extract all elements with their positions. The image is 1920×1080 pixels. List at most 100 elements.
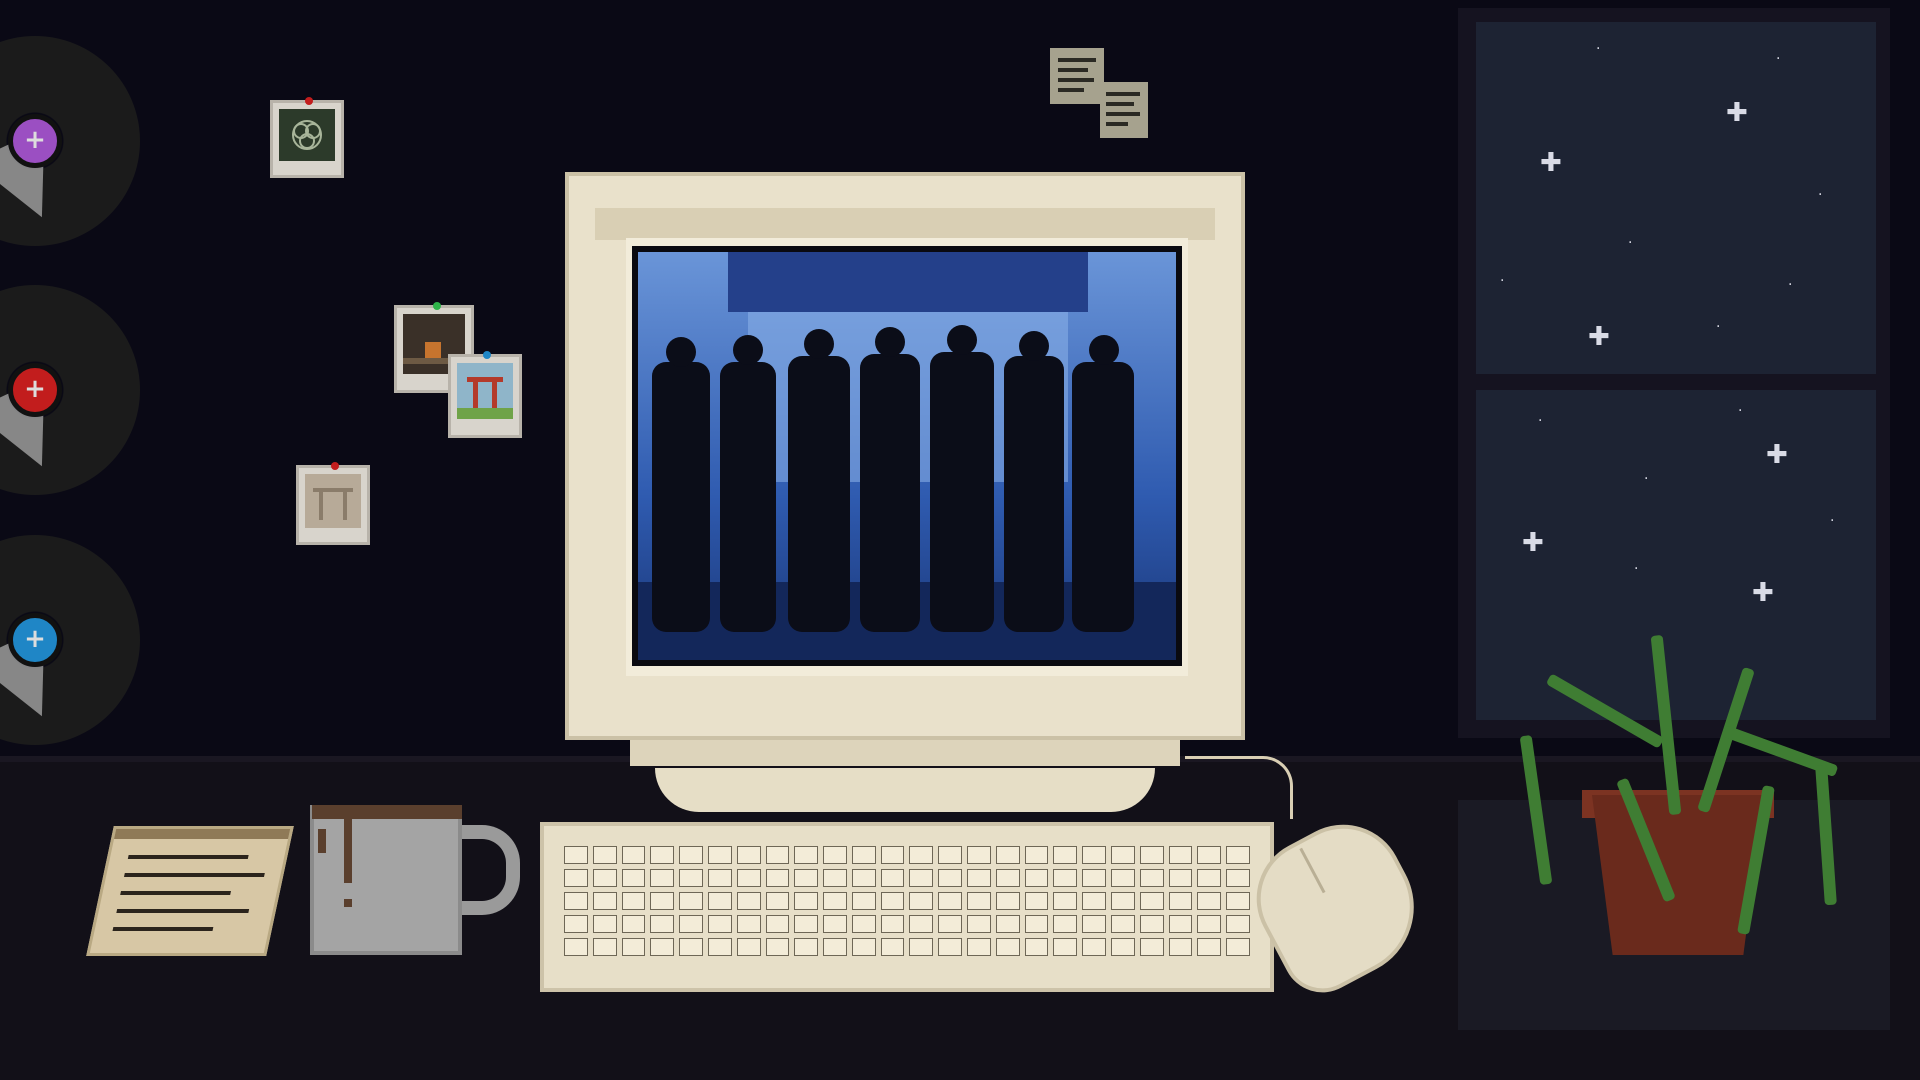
key[interactable] (1226, 869, 1250, 887)
key[interactable] (851, 915, 876, 933)
key[interactable] (707, 892, 732, 910)
key[interactable] (679, 846, 703, 864)
key[interactable] (794, 869, 819, 887)
key[interactable] (592, 892, 617, 910)
key[interactable] (794, 915, 819, 933)
key[interactable] (1111, 915, 1135, 933)
key[interactable] (1053, 869, 1078, 887)
key[interactable] (736, 869, 761, 887)
key[interactable] (765, 846, 790, 864)
key[interactable] (823, 938, 847, 956)
key[interactable] (707, 869, 732, 887)
key[interactable] (995, 938, 1020, 956)
key[interactable] (1053, 846, 1078, 864)
key[interactable] (1111, 846, 1135, 864)
key[interactable] (621, 892, 646, 910)
key[interactable] (938, 869, 963, 887)
key[interactable] (880, 892, 905, 910)
key[interactable] (1082, 846, 1107, 864)
key[interactable] (736, 915, 761, 933)
key[interactable] (967, 938, 991, 956)
keyboard[interactable] (540, 822, 1274, 992)
key[interactable] (736, 846, 761, 864)
key[interactable] (592, 938, 617, 956)
key[interactable] (909, 892, 934, 910)
key[interactable] (938, 938, 963, 956)
key[interactable] (1226, 846, 1250, 864)
key[interactable] (1139, 915, 1164, 933)
key[interactable] (794, 938, 819, 956)
key[interactable] (650, 915, 675, 933)
key[interactable] (564, 869, 588, 887)
key[interactable] (707, 846, 732, 864)
key[interactable] (1111, 892, 1135, 910)
key[interactable] (1226, 915, 1250, 933)
key[interactable] (765, 938, 790, 956)
key[interactable] (679, 892, 703, 910)
key[interactable] (1053, 938, 1078, 956)
key[interactable] (995, 869, 1020, 887)
key[interactable] (967, 892, 991, 910)
key[interactable] (938, 892, 963, 910)
key[interactable] (823, 892, 847, 910)
key[interactable] (880, 938, 905, 956)
key[interactable] (1139, 846, 1164, 864)
key[interactable] (851, 846, 876, 864)
key[interactable] (765, 869, 790, 887)
key[interactable] (880, 869, 905, 887)
key[interactable] (938, 846, 963, 864)
key[interactable] (1197, 869, 1222, 887)
key[interactable] (1111, 938, 1135, 956)
key[interactable] (995, 915, 1020, 933)
key[interactable] (592, 869, 617, 887)
key[interactable] (995, 892, 1020, 910)
key[interactable] (564, 892, 588, 910)
key[interactable] (794, 846, 819, 864)
key[interactable] (1168, 915, 1193, 933)
key[interactable] (1139, 892, 1164, 910)
key[interactable] (967, 869, 991, 887)
key[interactable] (909, 938, 934, 956)
key[interactable] (1168, 938, 1193, 956)
key[interactable] (1082, 869, 1107, 887)
key[interactable] (823, 846, 847, 864)
key[interactable] (621, 846, 646, 864)
key[interactable] (736, 892, 761, 910)
key[interactable] (1082, 938, 1107, 956)
key[interactable] (823, 869, 847, 887)
key[interactable] (851, 869, 876, 887)
key[interactable] (592, 915, 617, 933)
key[interactable] (1168, 846, 1193, 864)
key[interactable] (1024, 915, 1049, 933)
key[interactable] (1197, 846, 1222, 864)
key[interactable] (707, 938, 732, 956)
key[interactable] (621, 938, 646, 956)
key[interactable] (650, 846, 675, 864)
key[interactable] (564, 846, 588, 864)
key[interactable] (823, 915, 847, 933)
key[interactable] (851, 892, 876, 910)
key[interactable] (909, 869, 934, 887)
key[interactable] (679, 938, 703, 956)
key[interactable] (650, 869, 675, 887)
key[interactable] (1226, 892, 1250, 910)
key[interactable] (909, 915, 934, 933)
key[interactable] (851, 938, 876, 956)
key[interactable] (794, 892, 819, 910)
key[interactable] (1082, 892, 1107, 910)
key[interactable] (765, 892, 790, 910)
key[interactable] (1197, 938, 1222, 956)
key[interactable] (1111, 869, 1135, 887)
key[interactable] (967, 915, 991, 933)
key[interactable] (1197, 892, 1222, 910)
key[interactable] (1226, 938, 1250, 956)
key[interactable] (621, 869, 646, 887)
key[interactable] (564, 915, 588, 933)
key[interactable] (592, 846, 617, 864)
key[interactable] (1168, 892, 1193, 910)
key[interactable] (564, 938, 588, 956)
key[interactable] (1024, 846, 1049, 864)
key[interactable] (995, 846, 1020, 864)
key[interactable] (1024, 938, 1049, 956)
key[interactable] (938, 915, 963, 933)
